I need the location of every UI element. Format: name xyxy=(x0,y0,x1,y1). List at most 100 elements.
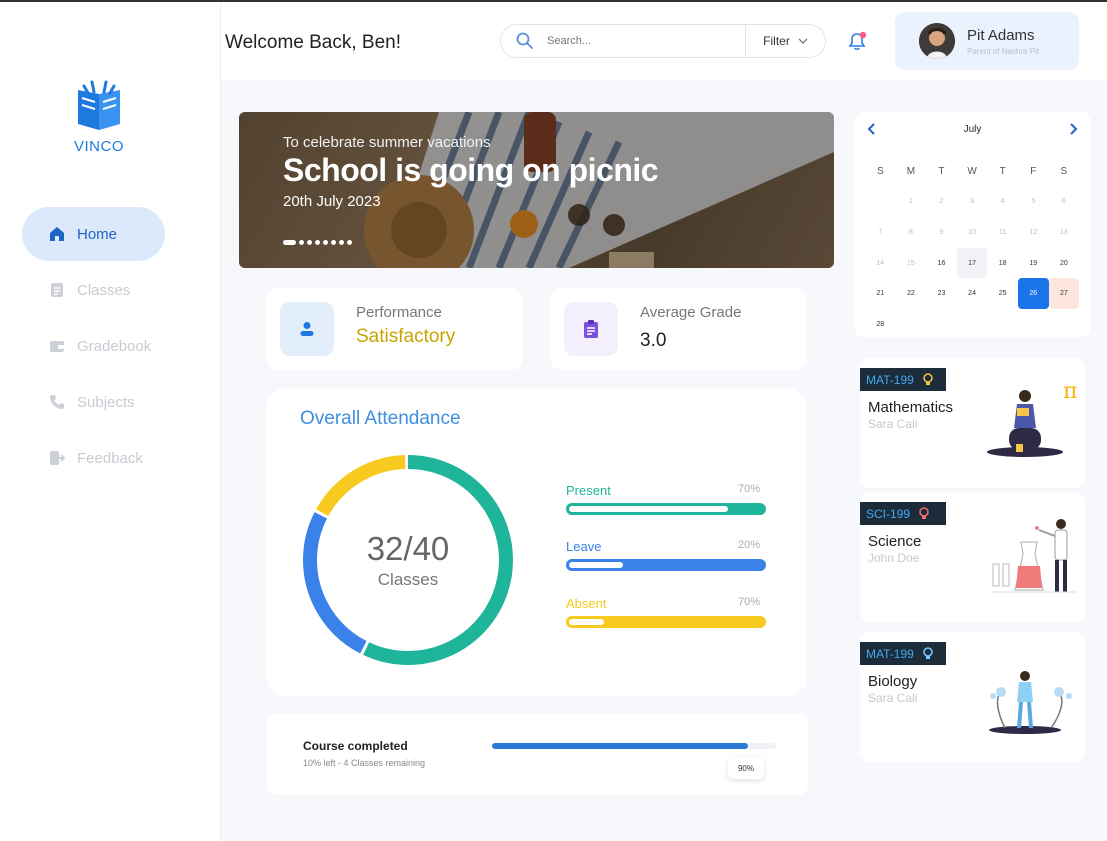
present-bar-fill xyxy=(569,506,729,512)
calendar-day[interactable]: 3 xyxy=(957,187,988,218)
attendance-center: 32/40 Classes xyxy=(296,448,520,672)
calendar-day[interactable]: 26 xyxy=(1017,278,1049,309)
profile-subtitle: Parent of Nashra Pit xyxy=(967,46,1040,56)
subject-card-mathematics[interactable]: MAT-199 Mathematics Sara Cali π xyxy=(860,358,1085,488)
calendar-day[interactable]: 18 xyxy=(987,248,1018,279)
attendance-absent-row: Absent 70% xyxy=(566,596,766,628)
calendar-day[interactable]: 4 xyxy=(987,187,1018,218)
subject-teacher: Sara Cali xyxy=(868,417,918,431)
grade-label: Average Grade xyxy=(640,304,742,321)
subject-card-biology[interactable]: MAT-199 Biology Sara Cali xyxy=(860,632,1085,762)
calendar-day[interactable]: 15 xyxy=(896,248,927,279)
leave-bar-fill xyxy=(569,562,624,568)
calendar-day[interactable]: 6 xyxy=(1049,187,1080,218)
average-grade-card: Average Grade 3.0 xyxy=(550,288,807,370)
calendar-empty-cell xyxy=(865,187,896,218)
attendance-card: Overall Attendance 32/40 Classes Present… xyxy=(266,388,807,696)
subject-code: MAT-199 xyxy=(866,372,914,387)
carousel-dot[interactable] xyxy=(331,240,336,245)
carousel-dot[interactable] xyxy=(339,240,344,245)
brand-logo[interactable]: VINCO xyxy=(64,80,134,155)
clipboard-icon xyxy=(564,302,618,356)
calendar-day[interactable]: 5 xyxy=(1018,187,1049,218)
calendar-day[interactable]: 27 xyxy=(1048,278,1080,309)
subject-name: Mathematics xyxy=(868,399,954,416)
calendar-day[interactable]: 22 xyxy=(896,278,927,309)
phone-icon xyxy=(47,392,67,412)
announcement-banner[interactable]: To celebrate summer vacations School is … xyxy=(239,112,834,268)
sidebar-item-feedback[interactable]: Feedback xyxy=(22,431,192,485)
calendar-grid: S M T W T F S 1 2 3 4 5 6 7 8 9 10 11 12 13 14 15 16 17 18 19 20 21… xyxy=(865,156,1080,340)
calendar-day[interactable]: 21 xyxy=(865,278,896,309)
welcome-heading: Welcome Back, Ben! xyxy=(225,32,402,53)
brand-name: VINCO xyxy=(73,138,124,155)
calendar-day[interactable]: 23 xyxy=(926,278,957,309)
calendar-empty-cell xyxy=(987,309,1018,340)
calendar-day[interactable]: 14 xyxy=(865,248,896,279)
profile-name: Pit Adams xyxy=(967,26,1035,44)
course-progress-card: Course completed 10% left - 4 Classes re… xyxy=(267,713,808,795)
present-bar xyxy=(566,503,766,515)
avatar xyxy=(919,23,955,59)
present-percent: 70% xyxy=(737,483,760,495)
lightbulb-icon xyxy=(919,506,929,519)
carousel-dot[interactable] xyxy=(347,240,352,245)
attendance-title: Overall Attendance xyxy=(300,408,461,429)
absent-bar xyxy=(566,616,766,628)
subject-code: SCI-199 xyxy=(866,506,911,521)
chevron-right-icon[interactable] xyxy=(1065,121,1081,137)
calendar-day[interactable]: 17 xyxy=(956,247,988,279)
calendar-day[interactable]: 24 xyxy=(957,278,988,309)
biology-student-illustration xyxy=(989,671,1072,734)
top-header: Welcome Back, Ben! Filter Pit Adams Pare… xyxy=(221,2,1107,80)
calendar-day[interactable]: 12 xyxy=(1018,217,1049,248)
sidebar-item-gradebook[interactable]: Gradebook xyxy=(22,319,192,373)
calendar-day[interactable]: 1 xyxy=(896,187,927,218)
subject-code-badge: MAT-199 xyxy=(860,368,946,391)
weekday-label: S xyxy=(876,165,884,177)
absent-bar-fill xyxy=(569,619,604,625)
leave-percent: 20% xyxy=(737,539,760,551)
carousel-dot[interactable] xyxy=(299,240,304,245)
leave-bar xyxy=(566,559,766,571)
performance-card: Performance Satisfactory xyxy=(266,288,523,370)
logout-icon xyxy=(47,448,67,468)
subject-card-science[interactable]: SCI-199 Science John Doe xyxy=(860,492,1085,622)
calendar-day[interactable]: 11 xyxy=(987,217,1018,248)
calendar-day[interactable]: 8 xyxy=(896,217,927,248)
notification-bell-icon[interactable] xyxy=(846,30,868,52)
sidebar-item-classes[interactable]: Classes xyxy=(22,263,192,317)
sidebar-item-subjects[interactable]: Subjects xyxy=(22,375,192,429)
calendar-day[interactable]: 19 xyxy=(1018,248,1049,279)
subject-code: MAT-199 xyxy=(866,646,914,661)
calendar-day[interactable]: 7 xyxy=(865,217,896,248)
calendar-empty-cell xyxy=(926,309,957,340)
carousel-dot[interactable] xyxy=(315,240,320,245)
carousel-dot[interactable] xyxy=(307,240,312,245)
calendar-day[interactable]: 2 xyxy=(926,187,957,218)
calendar-day[interactable]: 13 xyxy=(1049,217,1080,248)
course-progress-fill xyxy=(492,743,748,749)
performance-value: Satisfactory xyxy=(356,326,456,347)
user-icon xyxy=(280,302,334,356)
filter-dropdown[interactable]: Filter xyxy=(745,25,825,57)
calendar-day[interactable]: 28 xyxy=(865,309,896,340)
banner-kicker: To celebrate summer vacations xyxy=(283,134,491,151)
calendar-day[interactable]: 9 xyxy=(926,217,957,248)
user-profile-card[interactable]: Pit Adams Parent of Nashra Pit xyxy=(895,12,1079,70)
carousel-dot[interactable] xyxy=(283,240,296,245)
subject-code-badge: SCI-199 xyxy=(860,502,946,525)
calendar-widget: July S M T W T F S 1 2 3 4 5 6 7 8 9 10 11 12 13 14 15 16 17 18 1… xyxy=(854,112,1091,337)
calendar-day[interactable]: 25 xyxy=(987,278,1018,309)
search-bar: Filter xyxy=(500,24,826,58)
attendance-present-row: Present 70% xyxy=(566,483,766,515)
carousel-dot[interactable] xyxy=(323,240,328,245)
weekday-label: F xyxy=(1030,165,1037,177)
calendar-day[interactable]: 16 xyxy=(926,248,957,279)
sidebar-item-label: Feedback xyxy=(77,449,143,467)
calendar-day[interactable]: 10 xyxy=(957,217,988,248)
sidebar-nav: Home Classes Gradebook Subjects Feedback xyxy=(22,207,192,487)
sidebar-item-home[interactable]: Home xyxy=(22,207,165,261)
search-input[interactable] xyxy=(547,35,737,47)
calendar-day[interactable]: 20 xyxy=(1049,248,1080,279)
